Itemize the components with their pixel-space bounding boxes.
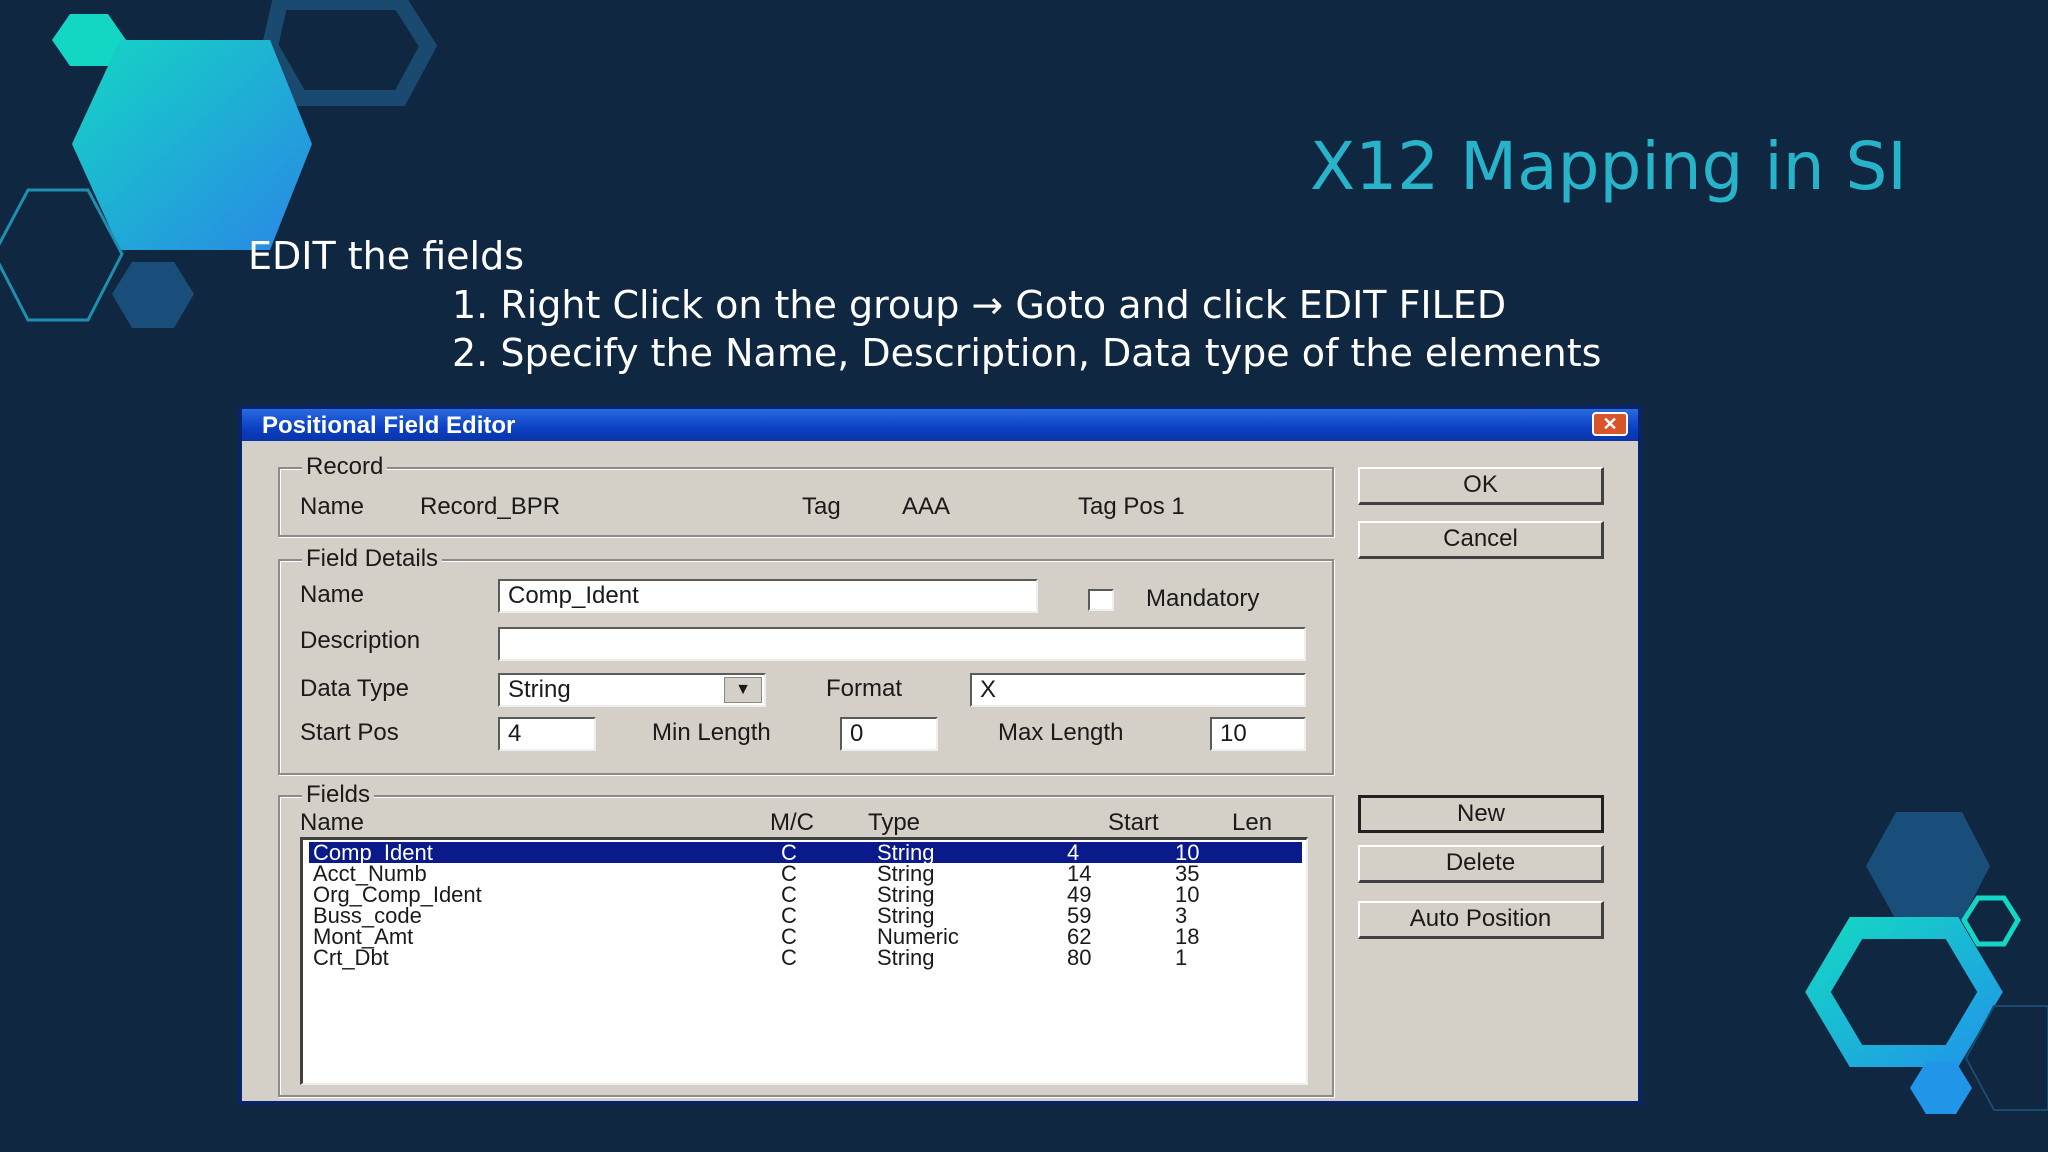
mandatory-checkbox[interactable] [1088, 589, 1114, 611]
mandatory-label: Mandatory [1146, 585, 1260, 612]
row-len: 18 [1175, 924, 1200, 949]
table-row[interactable]: Acct_Numb C String 14 35 [309, 861, 1302, 886]
hexagon-decor [1910, 1062, 1972, 1114]
name-input[interactable]: Comp_Ident [498, 579, 1038, 613]
data-type-select[interactable]: String ▼ [498, 673, 766, 707]
record-tag-label: Tag [802, 493, 841, 520]
row-mc: C [781, 861, 797, 886]
start-pos-input[interactable]: 4 [498, 717, 596, 751]
table-row[interactable]: Org_Comp_Ident C String 49 10 [309, 882, 1302, 907]
delete-button[interactable]: Delete [1358, 845, 1604, 883]
dialog-titlebar[interactable]: Positional Field Editor ✕ [242, 409, 1638, 441]
row-type: String [877, 945, 935, 970]
name-label: Name [300, 581, 365, 608]
column-header-type[interactable]: Type [868, 809, 920, 837]
row-mc: C [781, 924, 797, 949]
hexagon-decor [72, 40, 312, 250]
row-len: 10 [1175, 882, 1200, 907]
format-input[interactable]: X [970, 673, 1306, 707]
dialog-title: Positional Field Editor [262, 412, 516, 439]
max-length-input[interactable]: 10 [1210, 717, 1306, 751]
column-header-name[interactable]: Name [300, 809, 364, 837]
auto-position-button[interactable]: Auto Position [1358, 901, 1604, 939]
new-button[interactable]: New [1358, 795, 1604, 833]
hexagon-decor [1961, 895, 2021, 947]
row-start: 49 [1067, 882, 1092, 907]
row-name: Org_Comp_Ident [313, 882, 482, 907]
column-header-mc[interactable]: M/C [770, 809, 814, 837]
record-group: Record Name Record_BPR Tag AAA Tag Pos 1 [278, 453, 1334, 537]
row-start: 59 [1067, 903, 1092, 928]
row-type: String [877, 840, 935, 865]
row-len: 35 [1175, 861, 1200, 886]
hexagon-decor [261, 0, 438, 106]
close-icon[interactable]: ✕ [1592, 412, 1628, 436]
record-name-value: Record_BPR [420, 493, 561, 520]
table-row[interactable]: Comp_Ident C String 4 10 [309, 840, 1302, 865]
hexagon-decor [112, 262, 194, 328]
positional-field-editor-dialog: Positional Field Editor ✕ Record Name Re… [238, 405, 1642, 1105]
field-details-legend: Field Details [302, 545, 443, 573]
row-len: 10 [1175, 840, 1200, 865]
record-tag-value: AAA [902, 493, 951, 520]
row-name: Mont_Amt [313, 924, 414, 949]
table-row[interactable]: Crt_Dbt C String 80 1 [309, 945, 1302, 970]
hexagon-decor [1805, 917, 2003, 1067]
min-length-label: Min Length [652, 719, 771, 746]
row-start: 62 [1067, 924, 1092, 949]
row-mc: C [781, 882, 797, 907]
row-start: 14 [1067, 861, 1092, 886]
row-mc: C [781, 840, 797, 865]
row-mc: C [781, 945, 797, 970]
row-mc: C [781, 903, 797, 928]
row-name: Crt_Dbt [313, 945, 389, 970]
table-row[interactable]: Buss_code C String 59 3 [309, 903, 1302, 928]
field-details-group: Field Details Name Comp_Ident Mandatory … [278, 545, 1334, 775]
start-pos-label: Start Pos [300, 719, 399, 746]
row-type: String [877, 861, 935, 886]
row-len: 3 [1175, 903, 1188, 928]
description-label: Description [300, 627, 421, 654]
step-2: 2. Specify the Name, Description, Data t… [452, 331, 1602, 375]
intro-text: EDIT the fields [248, 234, 525, 278]
column-header-start[interactable]: Start [1108, 809, 1159, 837]
table-row[interactable]: Mont_Amt C Numeric 62 18 [309, 924, 1302, 949]
data-type-value: String [508, 676, 571, 703]
format-label: Format [826, 675, 903, 702]
max-length-label: Max Length [998, 719, 1124, 746]
row-type: String [877, 882, 935, 907]
description-input[interactable] [498, 627, 1306, 661]
row-start: 4 [1067, 840, 1080, 865]
record-name-label: Name [300, 493, 365, 520]
row-len: 1 [1175, 945, 1188, 970]
min-length-input[interactable]: 0 [840, 717, 938, 751]
data-type-label: Data Type [300, 675, 409, 702]
step-1: 1. Right Click on the group → Goto and c… [452, 283, 1507, 327]
record-tag-pos: Tag Pos 1 [1078, 493, 1185, 520]
row-start: 80 [1067, 945, 1092, 970]
record-legend: Record [302, 453, 388, 481]
slide-title: X12 Mapping in SI [1310, 128, 1907, 205]
row-name: Comp_Ident [313, 840, 433, 865]
row-type: String [877, 903, 935, 928]
chevron-down-icon[interactable]: ▼ [724, 677, 762, 703]
row-type: Numeric [877, 924, 959, 949]
column-header-len[interactable]: Len [1232, 809, 1272, 837]
row-name: Acct_Numb [313, 861, 427, 886]
fields-list[interactable]: Comp_Ident C String 4 10 Acct_Numb C Str… [300, 837, 1308, 1085]
ok-button[interactable]: OK [1358, 467, 1604, 505]
fields-legend: Fields [302, 781, 375, 809]
row-name: Buss_code [313, 903, 422, 928]
cancel-button[interactable]: Cancel [1358, 521, 1604, 559]
